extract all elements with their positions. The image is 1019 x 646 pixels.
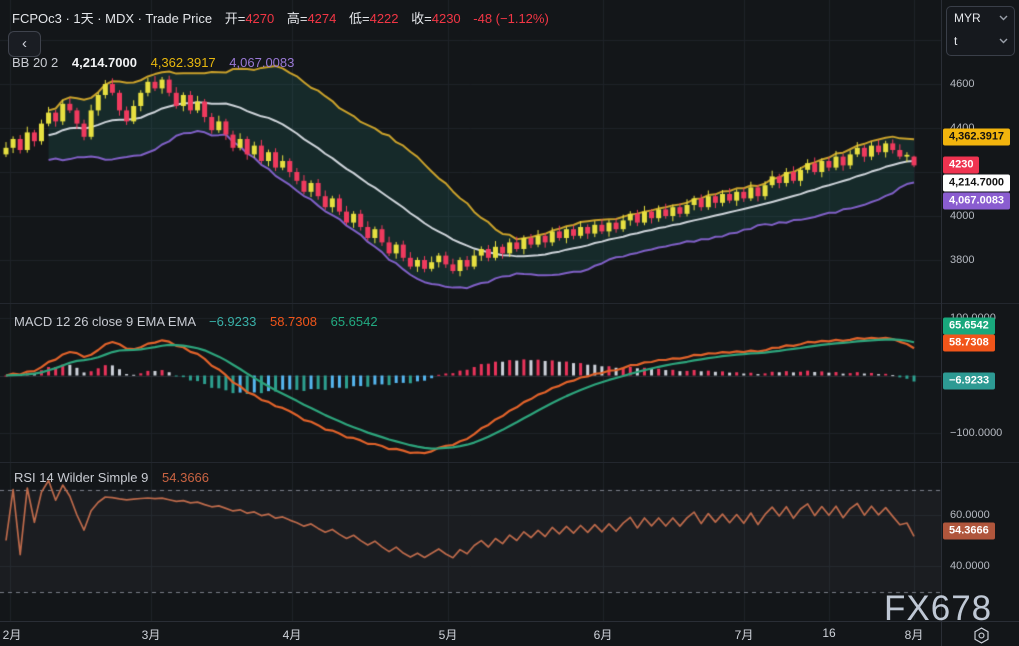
bb-upper-value: 4,362.3917 bbox=[151, 55, 216, 70]
price-label-chip: 4,214.7000 bbox=[943, 175, 1010, 192]
pane-separator-macd[interactable] bbox=[0, 303, 1019, 304]
currency-value: MYR bbox=[954, 11, 981, 25]
price-label-chip: 4,067.0083 bbox=[943, 193, 1010, 210]
macd-name: MACD 12 26 close 9 EMA EMA bbox=[14, 314, 195, 329]
time-axis-label: 3月 bbox=[142, 626, 161, 643]
high-label: 高= bbox=[287, 11, 308, 26]
price-axis-tick: 4600 bbox=[950, 78, 974, 90]
time-axis-label: 7月 bbox=[735, 626, 754, 643]
rsi-value: 54.3666 bbox=[162, 470, 209, 485]
bb-basis-value: 4,214.7000 bbox=[72, 55, 137, 70]
low-value: 4222 bbox=[370, 11, 399, 26]
price-label-chip: −6.9233 bbox=[943, 373, 995, 390]
trading-chart-app: FCPOc3 · 1天 · MDX · Trade Price 开=4270 高… bbox=[0, 0, 1019, 646]
price-label-chip: 4230 bbox=[943, 157, 979, 174]
open-value: 4270 bbox=[245, 11, 274, 26]
time-axis[interactable]: 2月3月4月5月6月7月168月 bbox=[0, 621, 1019, 646]
high-value: 4274 bbox=[307, 11, 336, 26]
price-axis-tick: 40.0000 bbox=[950, 560, 990, 572]
chevron-down-icon bbox=[999, 38, 1008, 44]
unit-select[interactable]: t bbox=[947, 30, 1014, 53]
rsi-name: RSI 14 Wilder Simple 9 bbox=[14, 470, 148, 485]
back-button[interactable]: ‹ bbox=[8, 31, 41, 57]
back-chevron-icon: ‹ bbox=[22, 35, 27, 52]
price-label-chip: 54.3666 bbox=[943, 523, 995, 540]
price-label-chip: 65.6542 bbox=[943, 318, 995, 335]
close-label: 收= bbox=[411, 11, 432, 26]
time-axis-label: 6月 bbox=[594, 626, 613, 643]
macd-hist-value: −6.9233 bbox=[209, 314, 256, 329]
bb-name: BB 20 2 bbox=[12, 55, 58, 70]
time-axis-label: 2月 bbox=[3, 626, 22, 643]
symbol-title[interactable]: FCPOc3 · 1天 · MDX · Trade Price bbox=[12, 11, 212, 26]
time-axis-label: 16 bbox=[822, 626, 835, 640]
price-axis-tick: −100.0000 bbox=[950, 427, 1002, 439]
bb-lower-value: 4,067.0083 bbox=[229, 55, 294, 70]
macd-legend[interactable]: MACD 12 26 close 9 EMA EMA −6.9233 58.73… bbox=[14, 314, 378, 329]
chevron-down-icon bbox=[999, 15, 1008, 21]
price-axis-tick: 3800 bbox=[950, 254, 974, 266]
watermark: FX678 bbox=[884, 589, 992, 629]
time-axis-label: 4月 bbox=[283, 626, 302, 643]
open-label: 开= bbox=[225, 11, 246, 26]
close-value: 4230 bbox=[432, 11, 461, 26]
low-label: 低= bbox=[349, 11, 370, 26]
currency-select[interactable]: MYR bbox=[947, 7, 1014, 30]
change-value: -48 (−1.12%) bbox=[473, 11, 549, 26]
bb-legend[interactable]: BB 20 2 4,214.7000 4,362.3917 4,067.0083 bbox=[12, 55, 294, 70]
price-axis-tick: 4000 bbox=[950, 210, 974, 222]
price-label-chip: 58.7308 bbox=[943, 335, 995, 352]
symbol-header: FCPOc3 · 1天 · MDX · Trade Price 开=4270 高… bbox=[12, 8, 549, 27]
pane-separator-rsi[interactable] bbox=[0, 462, 1019, 463]
unit-value: t bbox=[954, 34, 957, 48]
chart-canvas[interactable] bbox=[0, 0, 941, 621]
time-axis-label: 5月 bbox=[439, 626, 458, 643]
rsi-legend[interactable]: RSI 14 Wilder Simple 9 54.3666 bbox=[14, 470, 209, 485]
macd-line-value: 58.7308 bbox=[270, 314, 317, 329]
price-label-chip: 4,362.3917 bbox=[943, 129, 1010, 146]
macd-signal-value: 65.6542 bbox=[331, 314, 378, 329]
price-axis-tick: 60.0000 bbox=[950, 509, 990, 521]
price-axis[interactable]: 4600440040003800100.0000−100.000060.0000… bbox=[941, 0, 1019, 621]
currency-unit-selector: MYR t bbox=[946, 6, 1015, 56]
